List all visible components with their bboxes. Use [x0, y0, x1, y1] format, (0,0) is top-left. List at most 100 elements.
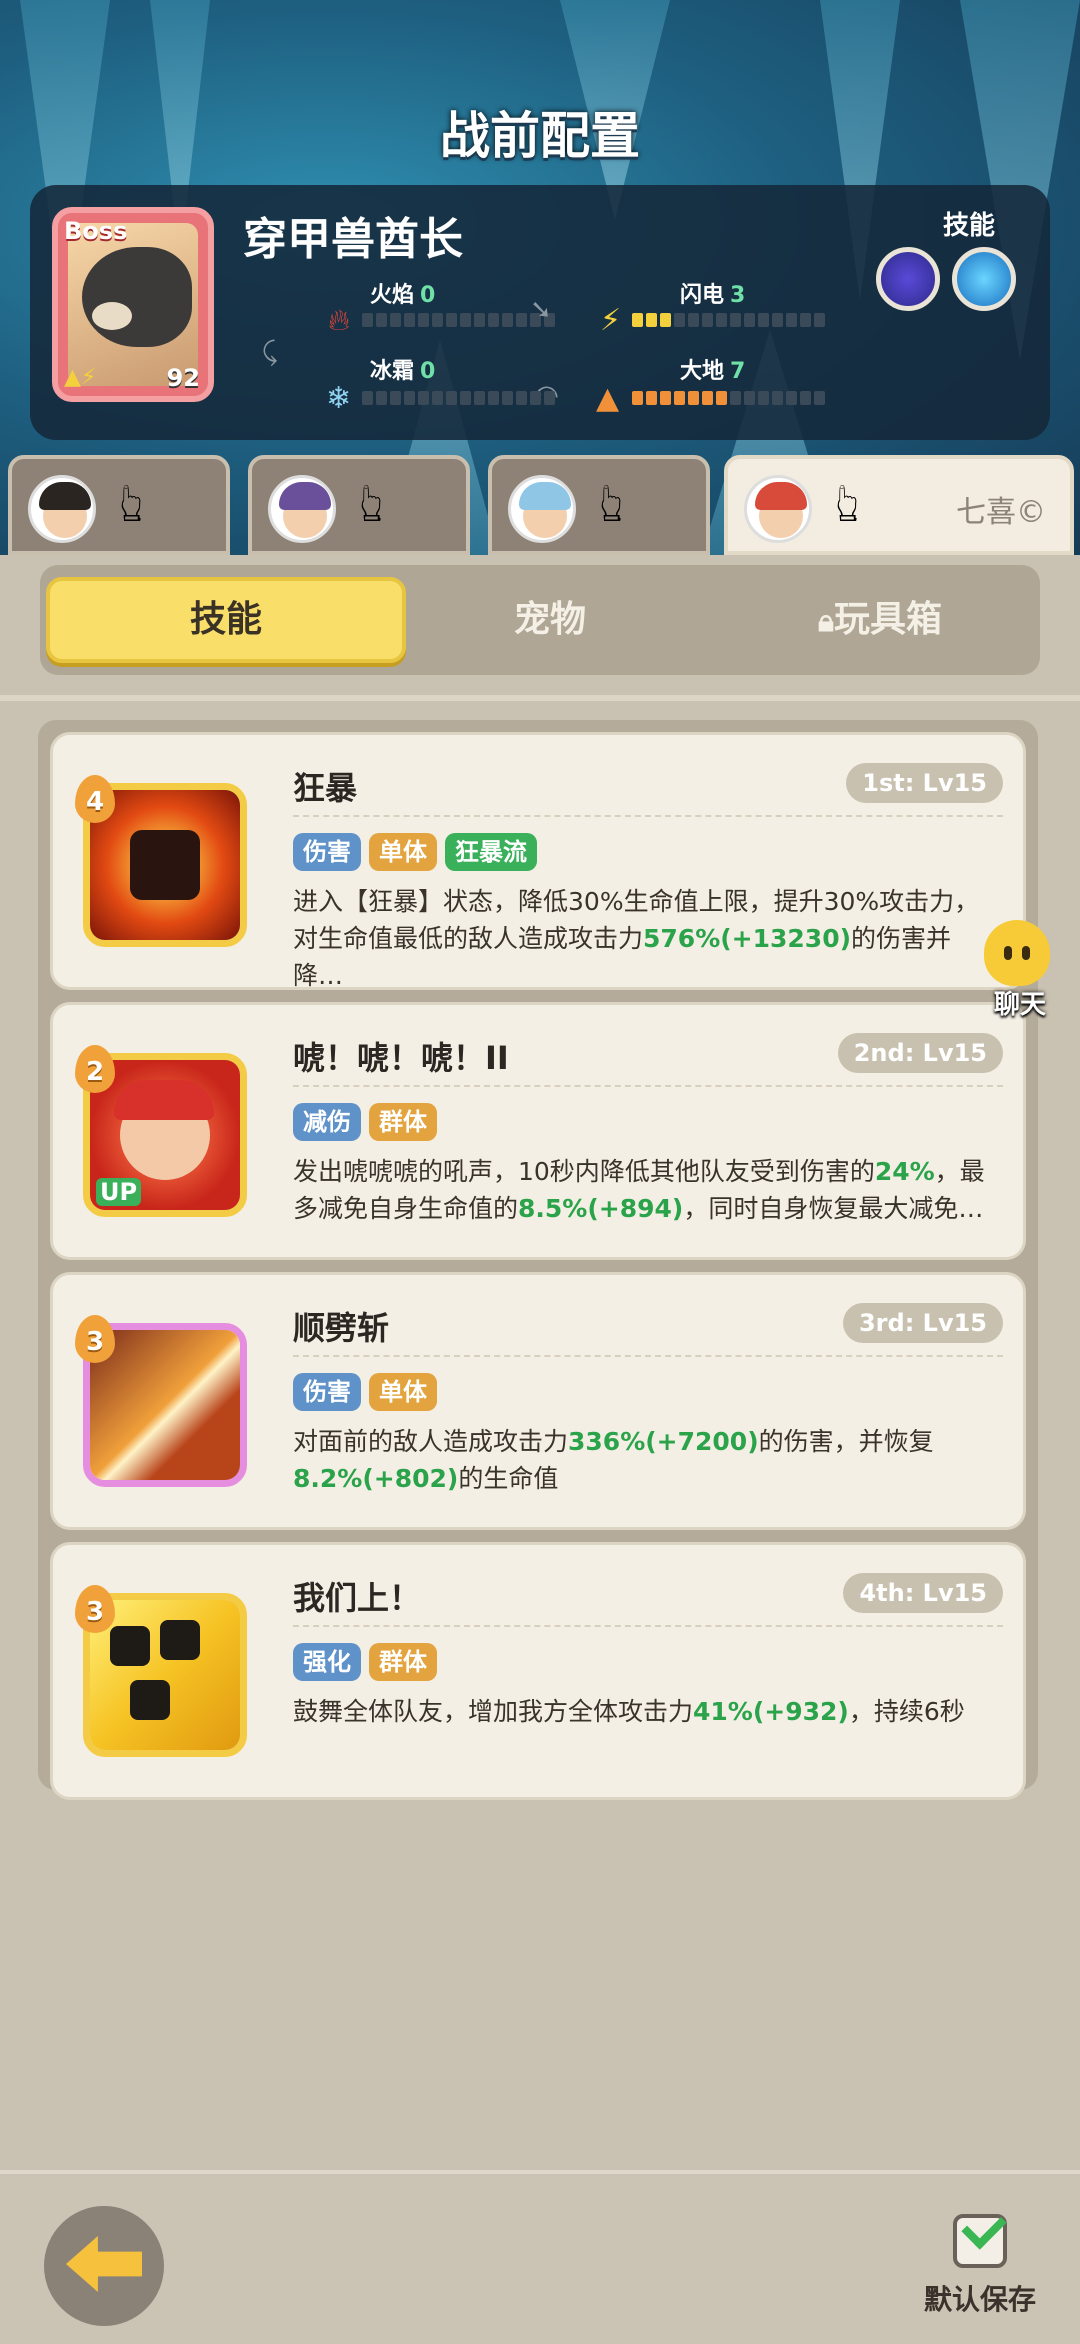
skill-description: 鼓舞全体队友，增加我方全体攻击力41%(+932)，持续6秒	[293, 1697, 965, 1726]
tap-hand-icon: 👆︎	[600, 471, 624, 534]
hero-tab-3[interactable]: 👆︎	[488, 455, 710, 555]
avatar	[508, 475, 576, 543]
skill-card[interactable]: 4 狂暴 1st: Lv15 伤害 单体 狂暴流 进入【狂暴】状态，降低30%生…	[50, 732, 1026, 990]
skill-description: 对面前的敌人造成攻击力336%(+7200)的伤害，并恢复8.2%(+802)的…	[293, 1427, 934, 1493]
boss-creature-image	[82, 247, 192, 347]
boss-portrait[interactable]: Boss 92 ▲⚡	[52, 207, 214, 402]
battle-background: 战前配置 Boss 92 ▲⚡ 穿甲兽酋长 🔥︎ 火焰0 ⚡ 闪电3 ➘ ⤹ ⤺	[0, 0, 1080, 560]
earth-icon: ▲	[596, 381, 620, 416]
skill-tag: 群体	[369, 1643, 437, 1681]
default-save-label: 默认保存	[923, 2283, 1036, 2316]
chat-mascot-icon	[984, 920, 1050, 986]
boss-name: 穿甲兽酋长	[243, 214, 463, 265]
divider	[293, 815, 1003, 817]
frost-icon: ❄	[326, 381, 352, 416]
skill-list: 4 狂暴 1st: Lv15 伤害 单体 狂暴流 进入【狂暴】状态，降低30%生…	[38, 720, 1038, 1800]
fire-icon: 🔥︎	[328, 303, 351, 338]
skill-tag: 伤害	[293, 833, 361, 871]
back-arrow-icon	[66, 2236, 142, 2292]
content-area: 技能 宠物 🔒︎玩具箱 4 狂暴 1st: Lv15 伤害 单体 狂暴流 进入【…	[0, 555, 1080, 2170]
checkbox-checked-icon[interactable]	[953, 2214, 1007, 2268]
earth-value: 7	[730, 359, 746, 384]
boss-skill-label: 技能	[942, 211, 995, 241]
skill-description: 进入【狂暴】状态，降低30%生命值上限，提升30%攻击力，对生命值最低的敌人造成…	[293, 887, 980, 990]
skill-tags: 伤害 单体	[293, 1373, 437, 1411]
skill-level: 1st: Lv15	[846, 763, 1003, 803]
divider	[293, 1085, 1003, 1087]
default-save-toggle[interactable]: 默认保存	[910, 2214, 1050, 2318]
chat-label: 聊天	[993, 990, 1046, 1020]
skill-tags: 强化 群体	[293, 1643, 437, 1681]
hero-tabs: 👆︎ 👆︎ 👆︎ 👆︎ 七喜©	[0, 455, 1080, 555]
avatar	[268, 475, 336, 543]
skill-tag: 群体	[369, 1103, 437, 1141]
skill-level: 4th: Lv15	[843, 1573, 1003, 1613]
skill-tag: 减伤	[293, 1103, 361, 1141]
skill-level: 3rd: Lv15	[842, 1303, 1003, 1343]
frost-bar	[362, 391, 555, 405]
fire-label: 火焰	[370, 283, 415, 308]
lightning-icon: ⚡	[600, 303, 622, 338]
skill-tag: 狂暴流	[445, 833, 537, 871]
footer-bar: 默认保存	[0, 2170, 1080, 2344]
chat-button[interactable]: 聊天	[970, 920, 1070, 1030]
segment-control: 技能 宠物 🔒︎玩具箱	[40, 565, 1040, 675]
earth-lightning-element-icon: ▲⚡	[64, 365, 97, 390]
skill-tag: 强化	[293, 1643, 361, 1681]
tap-hand-icon: 👆︎	[836, 471, 860, 534]
skill-name: 狂暴	[293, 769, 358, 807]
tab-toybox-label: 玩具箱	[833, 599, 942, 640]
cycle-arrow-icon: ⤹	[262, 337, 278, 367]
page-title: 战前配置	[440, 107, 640, 165]
boss-skill-1-icon[interactable]	[876, 247, 940, 311]
back-button[interactable]	[44, 2206, 164, 2326]
frost-value: 0	[420, 359, 436, 384]
skill-card[interactable]: 3 我们上！ 4th: Lv15 强化 群体 鼓舞全体队友，增加我方全体攻击力4…	[50, 1542, 1026, 1800]
skill-name: 唬！唬！唬！II	[293, 1039, 509, 1077]
hero-tab-2[interactable]: 👆︎	[248, 455, 470, 555]
fire-value: 0	[420, 283, 436, 308]
hero-name: 七喜©	[956, 495, 1046, 530]
skill-tag: 单体	[369, 1373, 437, 1411]
boss-info-panel: Boss 92 ▲⚡ 穿甲兽酋长 🔥︎ 火焰0 ⚡ 闪电3 ➘ ⤹ ⤺ ❄ 冰霜…	[30, 185, 1050, 440]
skill-level: 2nd: Lv15	[837, 1033, 1003, 1073]
skill-card[interactable]: UP 2 唬！唬！唬！II 2nd: Lv15 减伤 群体 发出唬唬唬的吼声，1…	[50, 1002, 1026, 1260]
skill-description: 发出唬唬唬的吼声，10秒内降低其他队友受到伤害的24%，最多减免自身生命值的8.…	[293, 1157, 985, 1223]
skill-tags: 伤害 单体 狂暴流	[293, 833, 537, 871]
lightning-value: 3	[730, 283, 746, 308]
skill-name: 顺劈斩	[293, 1309, 390, 1347]
boss-skill-2-icon[interactable]	[952, 247, 1016, 311]
frost-stat: 冰霜 0	[370, 353, 435, 385]
tab-toybox[interactable]: 🔒︎玩具箱	[740, 577, 1020, 663]
earth-label: 大地	[680, 359, 725, 384]
skill-tag: 单体	[369, 833, 437, 871]
up-badge: UP	[96, 1178, 142, 1206]
hero-tab-4[interactable]: 👆︎ 七喜©	[724, 455, 1074, 555]
hero-tab-1[interactable]: 👆︎	[8, 455, 230, 555]
skill-name: 我们上！	[293, 1579, 422, 1617]
skill-card[interactable]: 3 顺劈斩 3rd: Lv15 伤害 单体 对面前的敌人造成攻击力336%(+7…	[50, 1272, 1026, 1530]
boss-badge: Boss	[64, 217, 128, 245]
skill-tag: 伤害	[293, 1373, 361, 1411]
divider	[293, 1625, 1003, 1627]
tap-hand-icon: 👆︎	[360, 471, 384, 534]
tap-hand-icon: 👆︎	[120, 471, 144, 534]
lightning-bar	[632, 313, 825, 327]
cycle-arrow-icon: ➘	[530, 295, 552, 325]
lock-icon: 🔒︎	[818, 604, 834, 639]
tab-pets[interactable]: 宠物	[400, 577, 700, 663]
fire-stat: 火焰 0	[370, 277, 435, 309]
earth-stat: 大地 7	[680, 353, 745, 385]
avatar	[28, 475, 96, 543]
lightning-stat: 闪电 3	[680, 277, 745, 309]
tab-skills[interactable]: 技能	[46, 577, 406, 663]
boss-level: 92	[166, 364, 200, 392]
divider	[0, 695, 1080, 701]
frost-label: 冰霜	[370, 359, 415, 384]
lightning-label: 闪电	[680, 283, 725, 308]
fire-bar	[362, 313, 555, 327]
earth-bar	[632, 391, 825, 405]
avatar	[744, 475, 812, 543]
skill-tags: 减伤 群体	[293, 1103, 437, 1141]
divider	[293, 1355, 1003, 1357]
